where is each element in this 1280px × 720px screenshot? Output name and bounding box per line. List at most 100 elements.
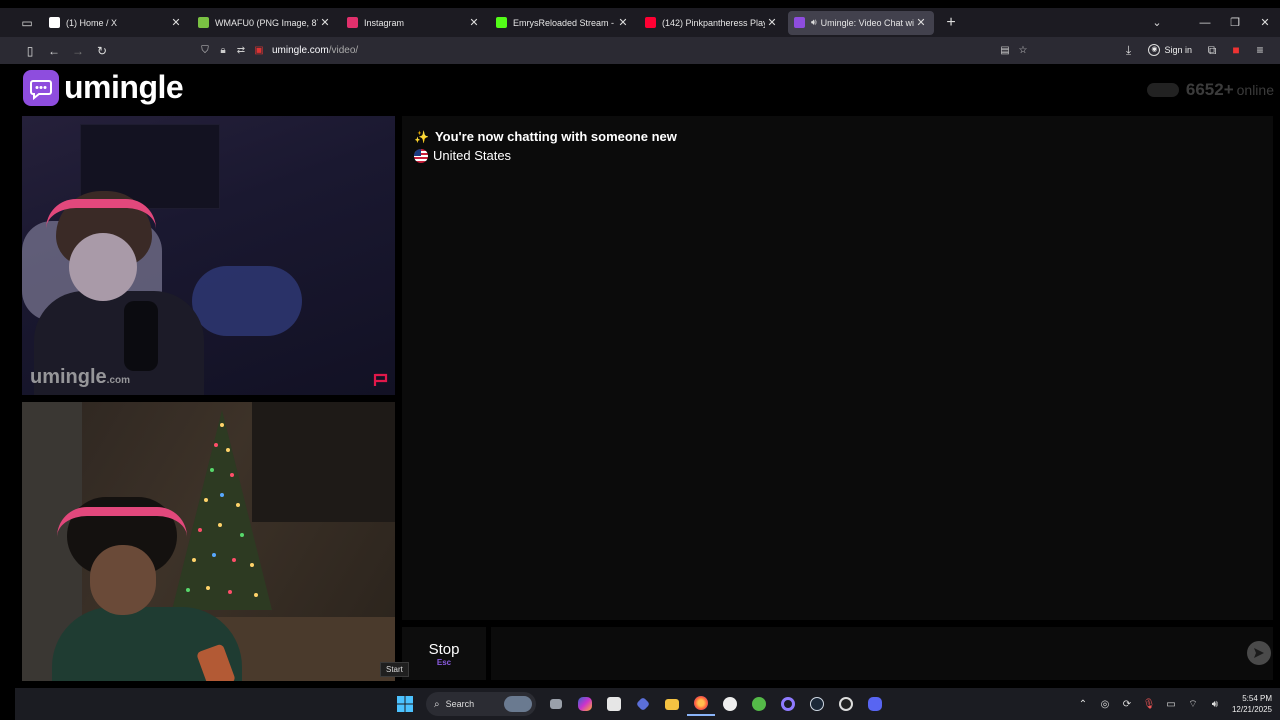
tab-title: (142) Pinkpantheress Playlist - Y xyxy=(662,17,765,28)
browser-tab[interactable]: (1) Home / X ✕ xyxy=(43,11,189,35)
url-bar[interactable]: ⛉ 🔒︎ ⇄ ▣ umingle.com/video/ ▤ ☆ xyxy=(192,40,1052,61)
shield-icon[interactable]: ⛉ xyxy=(196,45,214,56)
discord-icon[interactable] xyxy=(861,692,889,716)
url-text[interactable]: umingle.com/video/ xyxy=(272,45,358,56)
volume-icon[interactable]: 🔊︎ xyxy=(1204,692,1226,716)
new-tab-button[interactable]: + xyxy=(938,11,964,35)
minimize-button[interactable]: — xyxy=(1190,17,1220,29)
permissions-icon[interactable]: ⇄ xyxy=(232,45,250,56)
app-icon-blue[interactable] xyxy=(629,692,657,716)
stop-label: Stop xyxy=(428,641,460,658)
tab-close-icon[interactable]: ✕ xyxy=(169,16,183,29)
start-button[interactable] xyxy=(391,692,419,716)
curtain xyxy=(252,402,395,522)
utorrent-icon[interactable] xyxy=(745,692,773,716)
tab-close-icon[interactable]: ✕ xyxy=(318,16,332,29)
sign-in-button[interactable]: ◉ Sign in xyxy=(1148,44,1192,56)
downloads-icon[interactable]: ⤓ xyxy=(1116,39,1140,61)
tab-title: (1) Home / X xyxy=(66,17,118,28)
firefox-icon[interactable] xyxy=(687,692,715,716)
task-view-icon[interactable] xyxy=(542,692,570,716)
toolbar-right: ⤓ ◉ Sign in ⧉ ■ ≡ xyxy=(1116,39,1272,61)
tray-chevron-icon[interactable]: ⌃ xyxy=(1072,692,1094,716)
tray-sync-icon[interactable]: ⟳ xyxy=(1116,692,1138,716)
browser-nav-bar: ▯ ← → ↻ ⛉ 🔒︎ ⇄ ▣ umingle.com/video/ ▤ ☆ … xyxy=(0,37,1280,64)
self-video xyxy=(22,402,395,681)
message-input[interactable] xyxy=(491,627,1273,680)
bookmark-star-icon[interactable]: ☆ xyxy=(1014,45,1032,56)
app-ring-icon[interactable] xyxy=(774,692,802,716)
search-highlight-icon xyxy=(504,696,532,712)
browser-tab[interactable]: EmrysReloaded Stream - Watch✕ xyxy=(490,11,636,35)
tab-overflow-chevron-icon[interactable]: ⌄ xyxy=(1142,16,1172,29)
menu-icon[interactable]: ≡ xyxy=(1248,39,1272,61)
steam-icon[interactable] xyxy=(803,692,831,716)
back-button[interactable]: ← xyxy=(42,40,66,62)
clock-time: 5:54 PM xyxy=(1242,694,1272,703)
window-controls: ⌄ — ❐ ✕ xyxy=(1142,8,1280,37)
tab-title: WMAFU0 (PNG Image, 873 × 1 xyxy=(215,17,318,28)
browser-tab[interactable]: (142) Pinkpantheress Playlist - Y✕ xyxy=(639,11,785,35)
umingle-icon xyxy=(794,17,805,28)
tab-title: Instagram xyxy=(364,17,405,28)
search-icon: ⌕ xyxy=(434,698,440,710)
system-tray: ⌃ ◎ ⟳ 🎙︎ ▭ ⌔ 🔊︎ 5:54 PM 12/21/2025 xyxy=(1072,692,1272,716)
sidebar-icon[interactable]: ▯ xyxy=(18,40,42,62)
tab-audio-icon[interactable]: 🔊︎ xyxy=(811,17,817,28)
tab-close-icon[interactable]: ✕ xyxy=(765,16,779,29)
online-toggle[interactable] xyxy=(1146,83,1179,97)
tab-close-icon[interactable]: ✕ xyxy=(914,16,928,29)
browser-tab[interactable]: 🔊︎Umingle: Video Chat with S✕ xyxy=(788,10,934,35)
report-flag-icon[interactable] xyxy=(373,373,389,387)
umingle-logo[interactable]: umingle xyxy=(23,69,184,106)
microphone-icon[interactable]: 🎙︎ xyxy=(1138,692,1160,716)
browser-tab[interactable]: WMAFU0 (PNG Image, 873 × 1✕ xyxy=(192,11,338,35)
copilot-icon[interactable] xyxy=(571,692,599,716)
extension-badge-icon[interactable]: ■ xyxy=(1224,39,1248,61)
self-person xyxy=(52,497,252,681)
windows-logo-icon xyxy=(397,696,413,712)
reload-button[interactable]: ↻ xyxy=(90,40,114,62)
tab-close-icon[interactable]: ✕ xyxy=(467,16,481,29)
camera-sharing-icon[interactable]: ▣ xyxy=(250,45,268,56)
stranger-person xyxy=(34,191,204,395)
tab-title: EmrysReloaded Stream - Watch xyxy=(513,17,616,28)
reader-view-icon[interactable]: ▤ xyxy=(996,45,1014,56)
online-counter: 6652+ online xyxy=(1146,80,1274,100)
send-button[interactable] xyxy=(1247,641,1271,665)
extensions-icon[interactable]: ⧉ xyxy=(1200,39,1224,61)
display-icon[interactable]: ▭ xyxy=(1160,692,1182,716)
stop-button[interactable]: Stop Esc xyxy=(402,627,486,680)
store-icon[interactable] xyxy=(600,692,628,716)
chat-panel: ✨ You're now chatting with someone new U… xyxy=(402,116,1273,620)
country-text: United States xyxy=(433,148,512,163)
logo-text: umingle xyxy=(64,69,184,105)
taskbar-clock[interactable]: 5:54 PM 12/21/2025 xyxy=(1232,693,1272,715)
online-count: 6652+ xyxy=(1185,80,1234,99)
network-icon[interactable]: ⌔ xyxy=(1182,692,1204,716)
tab-list-icon[interactable]: ▭ xyxy=(14,10,40,36)
obs-icon[interactable] xyxy=(832,692,860,716)
account-icon: ◉ xyxy=(1148,44,1161,56)
forward-button[interactable]: → xyxy=(66,40,90,62)
restore-button[interactable]: ❐ xyxy=(1220,16,1250,29)
browser-tab[interactable]: Instagram ✕ xyxy=(341,11,487,35)
tray-app-icon[interactable]: ◎ xyxy=(1094,692,1116,716)
taskbar-search[interactable]: ⌕ Search xyxy=(426,692,536,716)
tab-strip: (1) Home / X✕WMAFU0 (PNG Image, 873 × 1✕… xyxy=(40,10,934,35)
stranger-video[interactable]: umingle.com xyxy=(22,116,395,395)
file-explorer-icon[interactable] xyxy=(658,692,686,716)
close-window-button[interactable]: ✕ xyxy=(1250,16,1280,29)
send-icon xyxy=(1254,648,1264,658)
youtube-icon xyxy=(645,17,656,28)
chat-country-message: United States xyxy=(414,148,511,163)
chat-bubble-logo-icon xyxy=(23,69,59,106)
tab-close-icon[interactable]: ✕ xyxy=(616,16,630,29)
search-label: Search xyxy=(445,699,475,709)
chat-system-message: ✨ You're now chatting with someone new xyxy=(414,129,677,144)
lock-icon[interactable]: 🔒︎ xyxy=(214,45,232,56)
sparkle-icon: ✨ xyxy=(414,129,429,144)
windows-taskbar: ⌕ Search ⌃ ◎ ⟳ 🎙︎ ▭ ⌔ 🔊︎ 5:54 PM 12/21/2… xyxy=(15,688,1280,720)
itunes-icon[interactable] xyxy=(716,692,744,716)
kick-logo xyxy=(496,17,507,28)
